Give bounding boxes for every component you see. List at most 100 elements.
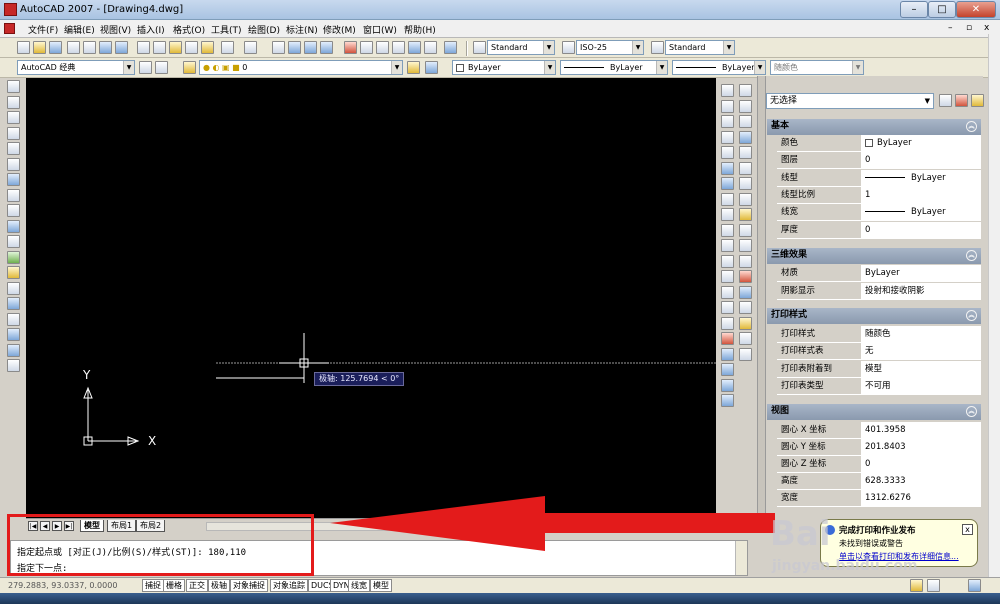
menu-dimension[interactable]: 标注(N) xyxy=(286,23,318,36)
property-row[interactable]: 宽度 1312.6276 xyxy=(777,490,981,507)
paste-icon[interactable] xyxy=(169,41,182,54)
circle-icon[interactable] xyxy=(7,173,20,186)
explode-icon[interactable] xyxy=(721,332,734,345)
dim-edit-icon[interactable] xyxy=(739,301,752,314)
multiline-text-icon[interactable] xyxy=(7,359,20,372)
osnap-toggle[interactable]: 对象捕捉 xyxy=(230,579,268,592)
property-row[interactable]: 厚度 0 xyxy=(777,222,981,239)
property-value[interactable]: 投射和接收阴影 xyxy=(861,283,981,300)
undo-icon[interactable] xyxy=(221,41,234,54)
revision-cloud-icon[interactable] xyxy=(7,188,20,202)
property-value[interactable]: 无 xyxy=(861,343,981,360)
layer-properties-icon[interactable] xyxy=(183,61,196,74)
dim-style-select[interactable]: ISO-25 ▼ xyxy=(576,40,644,55)
select-objects-icon[interactable] xyxy=(955,94,968,107)
draworder-above-icon[interactable] xyxy=(721,378,734,392)
join-icon[interactable] xyxy=(721,285,734,299)
move-icon[interactable] xyxy=(721,161,734,175)
chamfer-icon[interactable] xyxy=(721,301,734,314)
rectangle-icon[interactable] xyxy=(7,142,20,155)
break-icon[interactable] xyxy=(721,270,734,283)
quick-leader-icon[interactable] xyxy=(739,254,752,268)
array-icon[interactable] xyxy=(721,146,734,159)
gradient-icon[interactable] xyxy=(7,312,20,326)
document-icon[interactable] xyxy=(4,23,15,34)
property-row[interactable]: 线型比例 1 xyxy=(777,187,981,204)
menu-tools[interactable]: 工具(T) xyxy=(211,23,242,36)
design-center-icon[interactable] xyxy=(360,41,373,54)
property-row[interactable]: 打印样式表 无 xyxy=(777,343,981,360)
property-row[interactable]: 图层 0 xyxy=(777,152,981,169)
cut-icon[interactable] xyxy=(137,41,150,54)
property-row[interactable]: 打印表类型 不可用 xyxy=(777,378,981,395)
properties-icon[interactable] xyxy=(344,41,357,54)
property-value[interactable]: 0 xyxy=(861,222,981,239)
lineweight-toggle[interactable]: 线宽 xyxy=(348,579,370,592)
property-row[interactable]: 打印样式 随颜色 xyxy=(777,326,981,343)
pan-icon[interactable] xyxy=(272,41,285,54)
maximize-button[interactable]: □ xyxy=(928,1,956,18)
match-properties-icon[interactable] xyxy=(185,41,198,54)
dim-update-icon[interactable] xyxy=(739,332,752,345)
extend-icon[interactable] xyxy=(721,239,734,252)
fillet-icon[interactable] xyxy=(721,316,734,330)
property-row[interactable]: 圆心 Z 坐标 0 xyxy=(777,456,981,473)
toggle-pickadd-icon[interactable] xyxy=(939,94,952,107)
property-value-cell[interactable]: ByLayer xyxy=(861,135,981,152)
model-toggle[interactable]: 模型 xyxy=(370,579,392,592)
jogged-icon[interactable] xyxy=(739,161,752,175)
property-value[interactable]: 模型 xyxy=(861,361,981,378)
hatch-icon[interactable] xyxy=(7,297,20,310)
menu-file[interactable]: 文件(F) xyxy=(28,23,58,36)
coordinate-readout[interactable]: 279.2883, 93.0337, 0.0000 xyxy=(8,581,117,590)
open-icon[interactable] xyxy=(33,41,46,54)
3d-dwf-icon[interactable] xyxy=(115,41,128,54)
plot-style-select[interactable]: 随颜色 ▼ xyxy=(770,60,864,75)
ordinate-icon[interactable] xyxy=(739,130,752,144)
erase-icon[interactable] xyxy=(721,84,734,97)
break-at-point-icon[interactable] xyxy=(721,254,734,268)
color-select[interactable]: ByLayer ▼ xyxy=(452,60,556,75)
menu-view[interactable]: 视图(V) xyxy=(100,23,131,36)
polygon-icon[interactable] xyxy=(7,126,20,140)
redo-icon[interactable] xyxy=(244,41,257,54)
selection-select[interactable]: 无选择 ▼ xyxy=(766,93,934,109)
menu-insert[interactable]: 插入(I) xyxy=(137,23,165,36)
rotate-icon[interactable] xyxy=(721,177,734,190)
continue-icon[interactable] xyxy=(739,239,752,252)
save-icon[interactable] xyxy=(49,41,62,54)
calculator-icon[interactable] xyxy=(424,41,437,54)
warning-tray-icon[interactable] xyxy=(910,579,923,592)
plot-icon[interactable] xyxy=(67,41,80,54)
workspace-save-icon[interactable] xyxy=(155,61,168,74)
property-value[interactable]: 201.8403 xyxy=(861,439,981,456)
property-row[interactable]: 颜色 ByLayer xyxy=(777,135,981,152)
menu-edit[interactable]: 编辑(E) xyxy=(64,23,95,36)
trim-icon[interactable] xyxy=(721,223,734,237)
workspace-settings-icon[interactable] xyxy=(139,61,152,74)
ellipse-icon[interactable] xyxy=(7,219,20,233)
ellipse-arc-icon[interactable] xyxy=(7,235,20,248)
copy-icon[interactable] xyxy=(153,41,166,54)
publish-icon[interactable] xyxy=(99,41,112,54)
diameter-icon[interactable] xyxy=(739,177,752,190)
collapse-icon[interactable]: ︽ xyxy=(966,406,977,417)
menu-format[interactable]: 格式(O) xyxy=(173,23,205,36)
make-block-icon[interactable] xyxy=(7,266,20,279)
property-row[interactable]: 圆心 X 坐标 401.3958 xyxy=(777,422,981,439)
menu-draw[interactable]: 绘图(D) xyxy=(248,23,280,36)
copy-object-icon[interactable] xyxy=(721,99,734,113)
property-row[interactable]: 高度 628.3333 xyxy=(777,473,981,490)
offset-icon[interactable] xyxy=(721,130,734,144)
workspace-select[interactable]: AutoCAD 经典 ▼ xyxy=(17,60,135,75)
ortho-toggle[interactable]: 正交 xyxy=(186,579,208,592)
palette-title-strip[interactable] xyxy=(758,76,766,526)
table-icon[interactable] xyxy=(7,343,20,357)
section-header-general[interactable]: 基本 ︽ xyxy=(767,119,981,135)
close-icon[interactable]: x xyxy=(962,524,973,535)
help-icon[interactable] xyxy=(444,41,457,54)
mirror-icon[interactable] xyxy=(721,115,734,128)
line-icon[interactable] xyxy=(7,80,20,93)
property-row[interactable]: 线型 ByLayer xyxy=(777,170,981,187)
markup-icon[interactable] xyxy=(408,41,421,54)
